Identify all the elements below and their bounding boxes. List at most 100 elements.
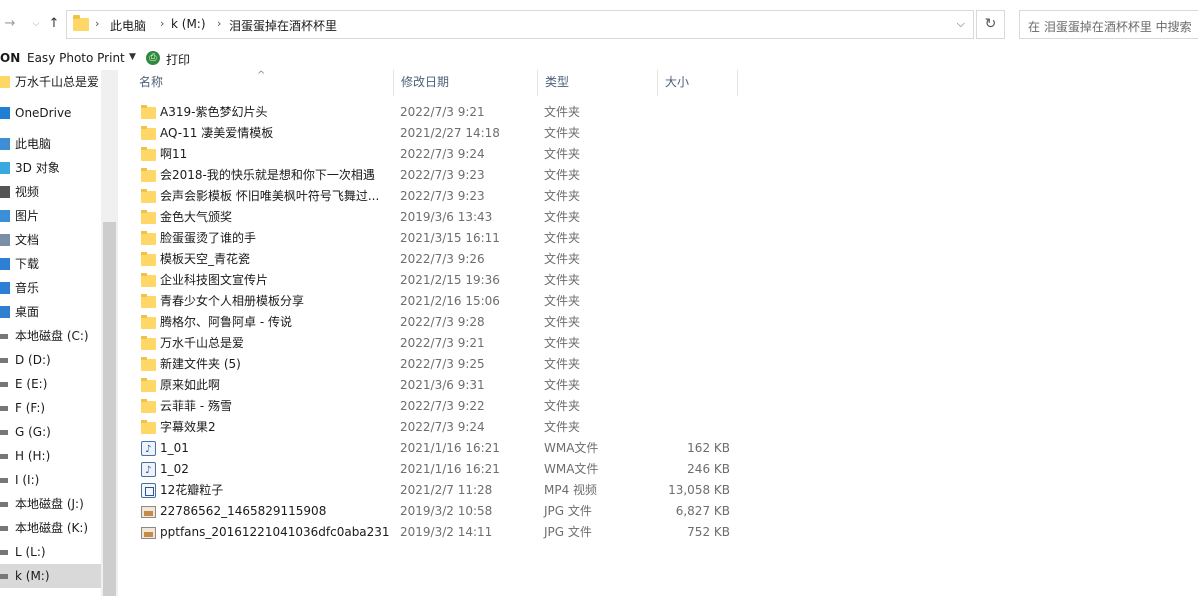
sidebar-item[interactable]: 万水千山总是爱	[0, 70, 101, 94]
chevron-down-icon[interactable]: ⌵	[957, 17, 965, 31]
file-row[interactable]: 云菲菲 - 殇雪 2022/7/3 9:22 文件夹	[131, 396, 751, 417]
drive-icon	[0, 478, 8, 483]
picture-icon	[0, 210, 10, 222]
folder-icon	[73, 15, 89, 31]
sidebar-item[interactable]: H (H:)	[0, 444, 101, 468]
sidebar-item[interactable]: 桌面	[0, 300, 101, 324]
file-row[interactable]: 1_02 2021/1/16 16:21 WMA文件 246 KB	[131, 459, 751, 481]
file-list: 名称 ^ 修改日期 类型 大小 A319-紫色梦幻片头 2022/7/3 9:21…	[131, 70, 1198, 596]
file-date: 2022/7/3 9:24	[400, 147, 485, 161]
folder-icon	[141, 294, 156, 308]
file-row[interactable]: pptfans_20161221041036dfc0aba231 2019/3/2…	[131, 522, 751, 543]
sidebar-item[interactable]: k (M:)	[0, 564, 101, 588]
sidebar-item[interactable]: 此电脑	[0, 132, 101, 156]
address-bar[interactable]: › 此电脑 › k (M:) › 泪蛋蛋掉在酒杯杯里 ⌵	[66, 10, 974, 39]
column-divider[interactable]	[737, 70, 738, 96]
file-name: 字幕效果2	[160, 420, 216, 434]
folder-icon	[141, 315, 156, 329]
file-row[interactable]: 企业科技图文宣传片 2021/2/15 19:36 文件夹	[131, 270, 751, 291]
file-row[interactable]: A319-紫色梦幻片头 2022/7/3 9:21 文件夹	[131, 102, 751, 123]
sidebar-item-label: I (I:)	[15, 473, 40, 487]
easy-photo-print-button[interactable]: Easy Photo Print	[27, 51, 125, 65]
sidebar-item[interactable]: 本地磁盘 (K:)	[0, 516, 101, 540]
print-button[interactable]: 打印	[166, 51, 190, 68]
forward-arrow-icon[interactable]: →	[2, 16, 18, 32]
file-row[interactable]: 字幕效果2 2022/7/3 9:24 文件夹	[131, 417, 751, 438]
file-date: 2021/3/15 16:11	[400, 231, 500, 245]
file-type: 文件夹	[544, 231, 581, 245]
sidebar-item[interactable]: 文档	[0, 228, 101, 252]
file-row[interactable]: 青春少女个人相册模板分享 2021/2/16 15:06 文件夹	[131, 291, 751, 312]
file-row[interactable]: 啊11 2022/7/3 9:24 文件夹	[131, 144, 751, 165]
file-row[interactable]: 会声会影模板 怀旧唯美枫叶符号飞舞过... 2022/7/3 9:23 文件夹	[131, 186, 751, 207]
folder-icon	[141, 357, 156, 371]
drive-icon	[0, 358, 8, 363]
chevron-right-icon[interactable]: ›	[160, 17, 164, 30]
sidebar-item[interactable]: D (D:)	[0, 348, 101, 372]
file-row[interactable]: 原来如此啊 2021/3/6 9:31 文件夹	[131, 375, 751, 396]
file-row[interactable]: 新建文件夹 (5) 2022/7/3 9:25 文件夹	[131, 354, 751, 375]
column-header-name[interactable]: 名称 ^	[131, 70, 393, 96]
sidebar-item[interactable]: 音乐	[0, 276, 101, 300]
column-header-size[interactable]: 大小	[657, 70, 737, 96]
scrollbar-thumb[interactable]	[103, 222, 116, 596]
folder-icon	[141, 399, 156, 413]
drive-icon	[0, 454, 8, 459]
chevron-right-icon[interactable]: ›	[95, 17, 99, 30]
column-header-date[interactable]: 修改日期	[393, 70, 537, 96]
sidebar-item-label: 本地磁盘 (J:)	[15, 497, 84, 511]
sidebar-item[interactable]: G (G:)	[0, 420, 101, 444]
refresh-button[interactable]: ↻	[976, 10, 1005, 39]
file-name: 青春少女个人相册模板分享	[160, 294, 305, 308]
file-row[interactable]: 1_01 2021/1/16 16:21 WMA文件 162 KB	[131, 438, 751, 460]
file-row[interactable]: 会2018-我的快乐就是想和你下一次相遇 2022/7/3 9:23 文件夹	[131, 165, 751, 186]
sidebar-item[interactable]: 视频	[0, 180, 101, 204]
drive-icon	[0, 382, 8, 387]
file-row[interactable]: 脸蛋蛋烫了谁的手 2021/3/15 16:11 文件夹	[131, 228, 751, 249]
column-size-label: 大小	[665, 75, 690, 89]
file-size: 13,058 KB	[668, 483, 730, 497]
file-row[interactable]: 模板天空_青花瓷 2022/7/3 9:26 文件夹	[131, 249, 751, 270]
sidebar-item[interactable]: E (E:)	[0, 372, 101, 396]
breadcrumb-this-pc[interactable]: 此电脑	[110, 17, 146, 34]
file-type: 文件夹	[544, 378, 581, 392]
file-date: 2022/7/3 9:22	[400, 399, 485, 413]
file-row[interactable]: 金色大气颁奖 2019/3/6 13:43 文件夹	[131, 207, 751, 228]
sidebar-scrollbar[interactable]	[101, 70, 118, 596]
file-type: 文件夹	[544, 189, 581, 203]
file-date: 2022/7/3 9:28	[400, 315, 485, 329]
sidebar-item[interactable]: OneDrive	[0, 101, 101, 125]
breadcrumb-current-folder[interactable]: 泪蛋蛋掉在酒杯杯里	[229, 17, 337, 34]
file-row[interactable]: 腾格尔、阿鲁阿卓 - 传说 2022/7/3 9:28 文件夹	[131, 312, 751, 333]
file-row[interactable]: 22786562_1465829115908 2019/3/2 10:58 JPG …	[131, 501, 751, 522]
sidebar-item[interactable]: 本地磁盘 (J:)	[0, 492, 101, 516]
up-arrow-icon[interactable]: ↑	[46, 16, 62, 32]
audio-file-icon	[141, 439, 156, 460]
sidebar-item[interactable]: L (L:)	[0, 540, 101, 564]
file-row[interactable]: 万水千山总是爱 2022/7/3 9:21 文件夹	[131, 333, 751, 354]
column-header-type[interactable]: 类型	[537, 70, 657, 96]
file-type: 文件夹	[544, 210, 581, 224]
print-icon: ⎙	[146, 51, 160, 65]
file-date: 2021/1/16 16:21	[400, 462, 500, 476]
sidebar-item-label: OneDrive	[15, 106, 72, 120]
sidebar-item[interactable]: 下载	[0, 252, 101, 276]
file-row[interactable]: AQ-11 凄美爱情模板 2021/2/27 14:18 文件夹	[131, 123, 751, 144]
file-type: JPG 文件	[544, 525, 592, 539]
breadcrumb-drive-m[interactable]: k (M:)	[171, 17, 206, 31]
sidebar-item[interactable]: 本地磁盘 (C:)	[0, 324, 101, 348]
dropdown-arrow-icon[interactable]: ▼	[129, 52, 136, 62]
search-input[interactable]: 在 泪蛋蛋掉在酒杯杯里 中搜索	[1019, 10, 1198, 39]
file-date: 2022/7/3 9:23	[400, 168, 485, 182]
sidebar-item[interactable]: F (F:)	[0, 396, 101, 420]
recent-dropdown-icon[interactable]: ⌵	[28, 16, 44, 32]
sidebar-item[interactable]: 3D 对象	[0, 156, 101, 180]
sidebar-item[interactable]: 图片	[0, 204, 101, 228]
chevron-right-icon[interactable]: ›	[217, 17, 221, 30]
file-name: 会声会影模板 怀旧唯美枫叶符号飞舞过...	[160, 189, 380, 203]
sidebar-item-label: 桌面	[15, 305, 40, 319]
file-name: 1_01	[160, 441, 189, 455]
file-row[interactable]: 12花瓣粒子 2021/2/7 11:28 MP4 视频 13,058 KB	[131, 480, 751, 501]
sidebar-item[interactable]: I (I:)	[0, 468, 101, 492]
file-date: 2021/2/15 19:36	[400, 273, 500, 287]
